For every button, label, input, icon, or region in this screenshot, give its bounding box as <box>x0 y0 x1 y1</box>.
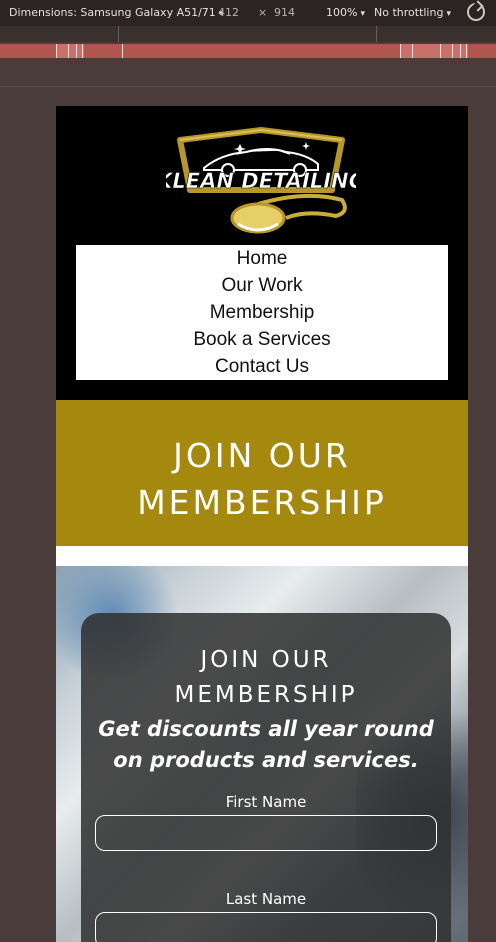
ruler-line <box>56 44 57 58</box>
logo-text: KLEAN DETAILING <box>166 169 356 193</box>
throttling-select[interactable]: No throttling ▾ <box>374 6 451 19</box>
ruler-tick <box>118 26 119 42</box>
zoom-select[interactable]: 100% ▾ <box>326 6 365 19</box>
media-query-ruler[interactable] <box>0 44 496 58</box>
nav-link-contact-us[interactable]: Contact Us <box>76 353 448 380</box>
media-query-bar[interactable] <box>0 26 496 42</box>
banner-title-line2: MEMBERSHIP <box>137 483 387 522</box>
first-name-label: First Name <box>225 793 307 811</box>
nav-link-membership[interactable]: Membership <box>76 299 448 326</box>
banner-title-line1: JOIN OUR <box>173 436 351 475</box>
form-title-line1: JOIN OUR <box>200 647 332 673</box>
first-name-field[interactable] <box>95 815 437 851</box>
throttling-value: No throttling <box>374 6 444 19</box>
ruler-line <box>452 44 453 58</box>
ruler-line <box>68 44 69 58</box>
devtools-toolbar: Dimensions: Samsung Galaxy A51/71 ▾ 412 ×… <box>0 0 496 26</box>
ruler-line <box>122 44 123 58</box>
nav-link-book-services[interactable]: Book a Services <box>76 326 448 353</box>
ruler-line <box>460 44 461 58</box>
nav-link-our-work[interactable]: Our Work <box>76 272 448 299</box>
device-dimensions-select[interactable]: Dimensions: Samsung Galaxy A51/71 ▾ <box>9 6 223 19</box>
device-name: Dimensions: Samsung Galaxy A51/71 <box>9 6 216 19</box>
height-input[interactable]: 914 <box>274 6 295 19</box>
ruler-line <box>412 44 413 58</box>
ruler-line <box>466 44 467 58</box>
width-input[interactable]: 412 <box>218 6 239 19</box>
last-name-field[interactable] <box>95 912 437 942</box>
nav-link-home[interactable]: Home <box>76 245 448 272</box>
ruler-segment <box>56 44 84 58</box>
membership-banner: JOIN OUR MEMBERSHIP <box>56 400 468 546</box>
rotate-icon[interactable] <box>467 3 485 21</box>
ruler-line <box>440 44 441 58</box>
membership-form-card: JOIN OUR MEMBERSHIP Get discounts all ye… <box>81 613 451 942</box>
chevron-down-icon: ▾ <box>360 9 365 19</box>
ruler-tick <box>376 26 377 42</box>
form-title-line2: MEMBERSHIP <box>174 682 358 708</box>
form-subtitle: Get discounts all year round on products… <box>98 717 434 772</box>
ruler-line <box>82 44 83 58</box>
klean-detailing-logo[interactable]: KLEAN DETAILING <box>166 124 356 242</box>
toolbar-divider <box>0 86 496 87</box>
site-header: KLEAN DETAILING Home Our Work Membership… <box>56 106 468 400</box>
zoom-value: 100% <box>326 6 358 19</box>
main-nav: Home Our Work Membership Book a Services… <box>76 245 448 380</box>
chevron-down-icon: ▾ <box>446 9 451 19</box>
ruler-line <box>400 44 401 58</box>
last-name-label: Last Name <box>225 890 307 908</box>
device-viewport: KLEAN DETAILING Home Our Work Membership… <box>56 106 468 942</box>
ruler-segment <box>400 44 468 58</box>
ruler-line <box>76 44 77 58</box>
membership-hero: JOIN OUR MEMBERSHIP Get discounts all ye… <box>56 566 468 942</box>
times-sign: × <box>258 6 268 19</box>
